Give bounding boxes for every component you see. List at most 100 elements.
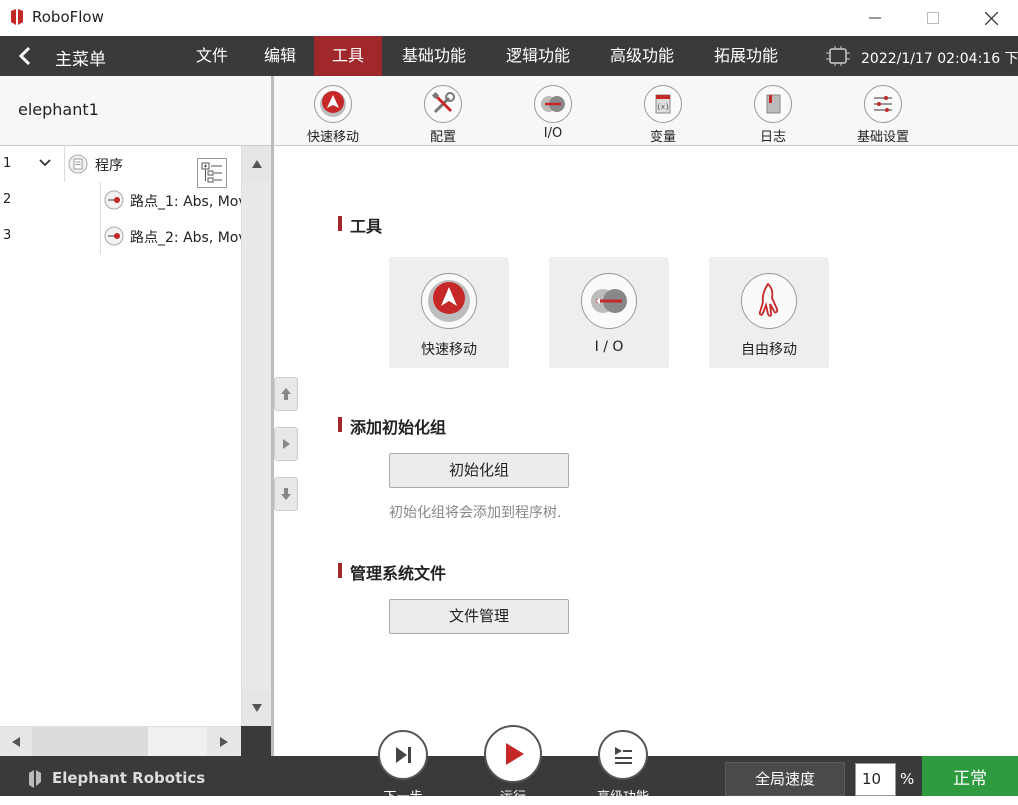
project-name: elephant1 (18, 100, 99, 119)
init-group-button[interactable]: 初始化组 (389, 453, 569, 488)
tree-guide-line (100, 218, 101, 254)
elephant-robotics-logo-icon (29, 770, 41, 788)
minimize-icon (869, 17, 881, 19)
project-header: elephant1 (0, 76, 271, 146)
speed-unit: % (900, 770, 915, 788)
scroll-right-button[interactable] (207, 727, 241, 757)
waypoint-icon (104, 226, 124, 246)
triangle-right-icon (220, 737, 228, 747)
scroll-down-button[interactable] (242, 690, 272, 726)
sliders-icon (874, 96, 892, 112)
toolbar-icon-wrap (864, 85, 902, 123)
section-title-tools: 工具 (338, 213, 382, 237)
chevron-down-icon[interactable] (38, 158, 52, 168)
tree-view-toggle-button[interactable] (197, 158, 227, 188)
triangle-down-icon (252, 704, 262, 712)
advanced-functions-button[interactable] (598, 730, 648, 780)
triangle-left-icon (12, 737, 20, 747)
toolbar-label: 快速移动 (306, 130, 359, 145)
global-speed-button[interactable]: 全局速度 (725, 762, 845, 796)
triangle-up-icon (252, 160, 262, 168)
menu-file[interactable]: 文件 (188, 36, 236, 76)
toolbar-quick-move[interactable]: 快速移动 (288, 76, 378, 146)
close-button[interactable] (968, 0, 1014, 36)
tile-io[interactable]: I / O (549, 257, 669, 368)
waypoint-icon (104, 190, 124, 210)
scroll-thumb[interactable] (32, 727, 148, 757)
title-bar: RoboFlow (0, 0, 1018, 36)
step-next-icon (396, 747, 411, 763)
tree-row-number: 2 (3, 192, 12, 207)
tree-label: 路点_2: Abs, Mov (130, 230, 241, 246)
variable-icon: {x} (655, 94, 671, 114)
toolbar-label: 基础设置 (856, 130, 909, 145)
toolbar-config[interactable]: 配置 (398, 76, 488, 146)
status-badge: 正常 (922, 756, 1018, 796)
tree-vertical-scrollbar[interactable] (241, 146, 272, 726)
svg-text:{x}: {x} (656, 103, 669, 111)
program-tree: 1 程序 2 路点_1: Abs, Mov 3 路点_2: Abs, Mov (0, 146, 241, 726)
toolbar-label: 变量 (649, 130, 676, 145)
step-next-button[interactable] (378, 730, 428, 780)
expand-panel-button[interactable] (274, 427, 298, 461)
quick-move-icon (320, 91, 346, 117)
maximize-button[interactable] (910, 0, 956, 36)
arrow-down-icon (281, 488, 291, 500)
io-icon (591, 289, 627, 313)
move-up-button[interactable] (274, 377, 298, 411)
quick-move-icon (428, 280, 470, 322)
menu-bar: 主菜单 文件 编辑 工具 基础功能 逻辑功能 高级功能 拓展功能 2022/1/… (0, 36, 1018, 76)
tile-label: 快速移动 (421, 342, 477, 358)
tile-quick-move[interactable]: 快速移动 (389, 257, 509, 368)
tile-icon-wrap (741, 273, 797, 329)
section-title-system-files: 管理系统文件 (338, 560, 446, 584)
speed-input[interactable]: 10 (855, 763, 896, 796)
menu-extension-functions[interactable]: 拓展功能 (704, 36, 788, 76)
tree-row-number: 3 (3, 228, 12, 243)
panel-divider[interactable] (271, 76, 274, 756)
io-icon (541, 96, 565, 112)
toolbar-label: 日志 (759, 130, 786, 145)
toolbar-log[interactable]: 日志 (728, 76, 818, 146)
back-chevron-icon[interactable] (14, 44, 38, 68)
brand-name: Elephant Robotics (52, 769, 206, 787)
tree-label: 路点_1: Abs, Mov (130, 194, 241, 210)
advanced-list-icon (615, 747, 632, 764)
tree-horizontal-scrollbar[interactable] (0, 726, 241, 757)
tile-icon-wrap (581, 273, 637, 329)
minimize-button[interactable] (852, 0, 898, 36)
scroll-left-button[interactable] (0, 727, 32, 757)
tile-free-move[interactable]: 自由移动 (709, 257, 829, 368)
menu-advanced-functions[interactable]: 高级功能 (600, 36, 684, 76)
menu-basic-functions[interactable]: 基础功能 (392, 36, 476, 76)
menu-tools[interactable]: 工具 (314, 36, 382, 76)
toolbar-io[interactable]: I/O (508, 76, 598, 146)
triangle-right-icon (283, 439, 290, 449)
maximize-icon (927, 12, 939, 24)
tile-label: 自由移动 (741, 342, 797, 358)
arrow-up-icon (281, 388, 291, 400)
app-title: RoboFlow (32, 8, 104, 26)
scroll-track[interactable] (242, 182, 272, 690)
roboflow-logo-icon (11, 9, 23, 25)
menu-logic-functions[interactable]: 逻辑功能 (496, 36, 580, 76)
scroll-up-button[interactable] (242, 146, 272, 182)
toolbar-basic-settings[interactable]: 基础设置 (838, 76, 928, 146)
run-button[interactable] (484, 725, 542, 783)
menu-edit[interactable]: 编辑 (256, 36, 304, 76)
tree-row[interactable]: 3 路点_2: Abs, Mov (0, 218, 241, 254)
tool-toolbar: 快速移动 配置 I/O {x} 变量 日志 基础设置 (274, 76, 1018, 146)
toolbar-variables[interactable]: {x} 变量 (618, 76, 708, 146)
chip-icon (826, 46, 850, 66)
init-group-hint: 初始化组将会添加到程序树. (389, 505, 562, 521)
main-menu-button[interactable]: 主菜单 (55, 45, 106, 70)
hand-icon (758, 282, 779, 317)
section-title-init-group: 添加初始化组 (338, 414, 446, 438)
move-down-button[interactable] (274, 477, 298, 511)
toolbar-icon-wrap (424, 85, 462, 123)
file-management-button[interactable]: 文件管理 (389, 599, 569, 634)
tree-label: 程序 (95, 158, 123, 174)
toolbar-label: 配置 (429, 130, 456, 145)
toolbar-icon-wrap (754, 85, 792, 123)
document-icon (68, 154, 88, 174)
